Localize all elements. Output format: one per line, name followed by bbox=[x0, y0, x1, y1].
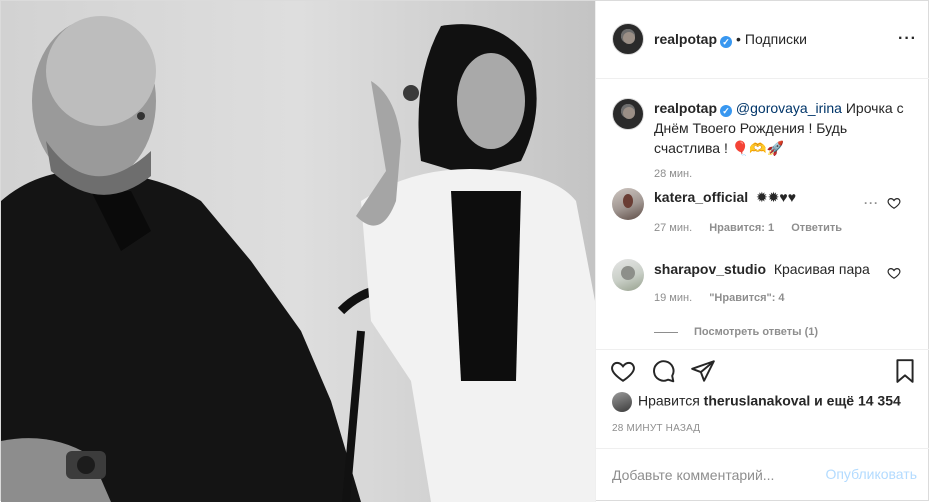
caption-time[interactable]: 28 мин. bbox=[654, 168, 692, 180]
comment-likes[interactable]: "Нравится": 4 bbox=[709, 292, 784, 304]
comment-text: ✹✹♥♥ bbox=[755, 189, 797, 205]
bookmark-icon[interactable] bbox=[892, 358, 918, 384]
comment-username[interactable]: sharapov_studio bbox=[654, 261, 766, 277]
caption-author-username[interactable]: realpotap bbox=[654, 100, 717, 116]
caption-mention-link[interactable]: @gorovaya_irina bbox=[736, 100, 842, 116]
comment-input[interactable] bbox=[612, 465, 822, 485]
comment-1-meta: 27 мин. Нравится: 1 Ответить bbox=[654, 222, 856, 234]
liker-avatar[interactable] bbox=[612, 392, 632, 412]
comment-bubble-icon[interactable] bbox=[650, 358, 676, 384]
comment-2-meta: 19 мин. "Нравится": 4 bbox=[654, 292, 799, 304]
comment-username[interactable]: katera_official bbox=[654, 189, 748, 205]
liker-username[interactable]: theruslanakoval bbox=[704, 393, 811, 409]
view-replies-label: Посмотреть ответы (1) bbox=[694, 326, 819, 338]
publish-button[interactable]: Опубликовать bbox=[825, 466, 917, 482]
caption: realpotap ✓ @gorovaya_irina Ирочка с Днём… bbox=[654, 98, 916, 158]
likes-summary: Нравится theruslanakoval и ещё 14 354 bbox=[612, 392, 901, 412]
view-replies-button[interactable]: Посмотреть ответы (1) bbox=[654, 326, 818, 338]
author-username[interactable]: realpotap bbox=[654, 31, 717, 47]
comment-likes[interactable]: Нравится: 1 bbox=[709, 222, 774, 234]
comment-avatar[interactable] bbox=[612, 259, 644, 291]
verified-badge-icon: ✓ bbox=[720, 36, 733, 48]
separator-dot: • bbox=[736, 31, 741, 47]
comments-section: realpotap ✓ @gorovaya_irina Ирочка с Днём… bbox=[596, 80, 929, 349]
post-side-panel: realpotap ✓ • Подписки ··· realpotap ✓ @goro… bbox=[595, 1, 929, 502]
comment-avatar[interactable] bbox=[612, 188, 644, 220]
replies-divider bbox=[654, 331, 678, 333]
paper-plane-icon[interactable] bbox=[690, 358, 716, 384]
comment-1: katera_official ✹✹♥♥ bbox=[654, 188, 796, 206]
heart-icon[interactable] bbox=[887, 196, 901, 210]
more-horizontal-icon[interactable]: ··· bbox=[898, 31, 917, 47]
author-avatar[interactable] bbox=[612, 23, 644, 55]
comment-options-icon[interactable]: ··· bbox=[864, 196, 879, 210]
caption-meta: 28 мин. bbox=[654, 168, 706, 180]
verified-badge-icon: ✓ bbox=[720, 105, 733, 117]
caption-author-avatar[interactable] bbox=[612, 98, 644, 130]
following-button[interactable]: Подписки bbox=[745, 31, 807, 47]
post-photo[interactable] bbox=[1, 1, 595, 502]
heart-icon[interactable] bbox=[887, 266, 901, 280]
comment-time[interactable]: 19 мин. bbox=[654, 292, 692, 304]
photo-illustration bbox=[1, 1, 595, 502]
post-header: realpotap ✓ • Подписки ··· bbox=[596, 1, 929, 79]
reply-button[interactable]: Ответить bbox=[791, 222, 842, 234]
heart-icon[interactable] bbox=[610, 358, 636, 384]
posted-time[interactable]: 28 МИНУТ НАЗАД bbox=[612, 423, 700, 434]
add-comment-box: Опубликовать bbox=[596, 448, 929, 502]
comment-time[interactable]: 27 мин. bbox=[654, 222, 692, 234]
header-line: realpotap ✓ • Подписки bbox=[654, 31, 807, 48]
likes-count-link[interactable]: и ещё 14 354 bbox=[814, 393, 901, 409]
action-bar bbox=[596, 349, 929, 389]
comment-2: sharapov_studio Красивая пара bbox=[654, 260, 870, 278]
instagram-post-modal: realpotap ✓ • Подписки ··· realpotap ✓ @goro… bbox=[0, 0, 929, 502]
comment-text: Красивая пара bbox=[773, 261, 870, 277]
likes-prefix: Нравится bbox=[638, 392, 700, 409]
